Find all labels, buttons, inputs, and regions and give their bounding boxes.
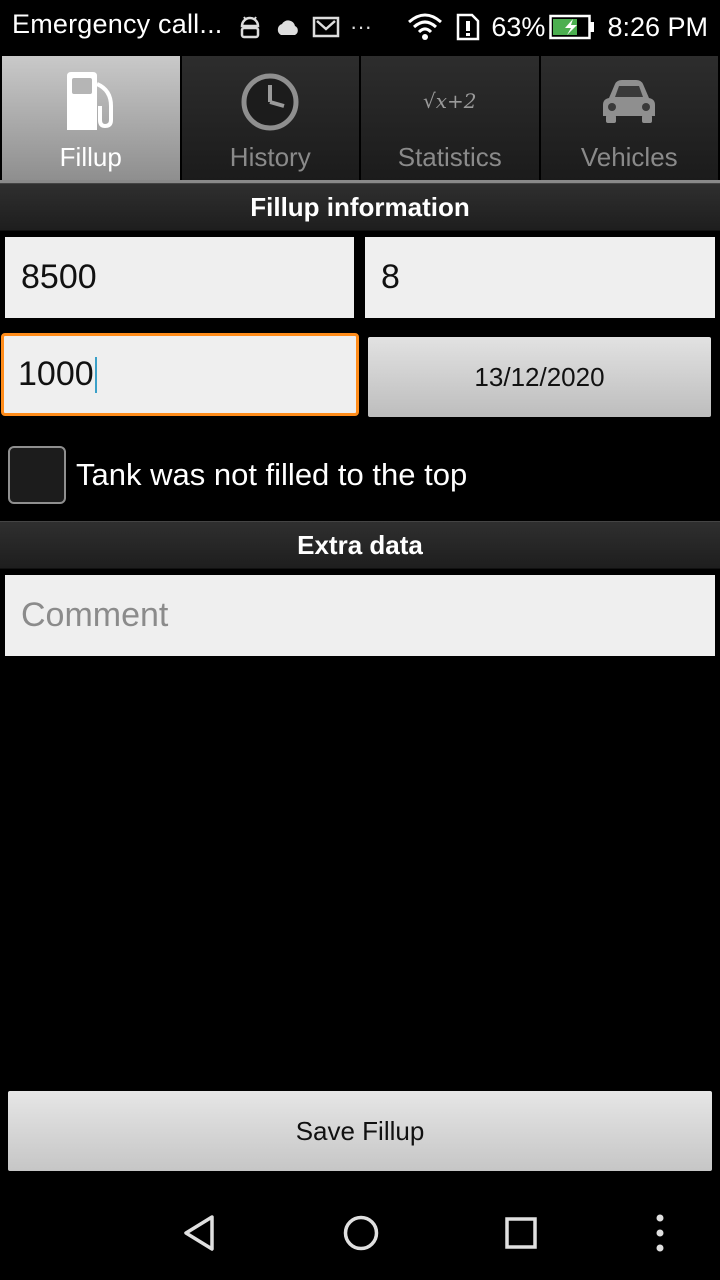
menu-icon bbox=[656, 1214, 664, 1251]
cloud-icon bbox=[277, 20, 298, 35]
gmail-icon bbox=[312, 16, 340, 38]
comment-input[interactable]: Comment bbox=[5, 575, 715, 656]
tab-label: Fillup bbox=[59, 142, 122, 172]
more-dots-icon: ··· bbox=[350, 14, 372, 39]
wifi-icon bbox=[408, 13, 443, 40]
clock-icon bbox=[241, 73, 299, 131]
battery-percentage: 63% bbox=[491, 11, 546, 42]
recents-button[interactable] bbox=[481, 1185, 561, 1280]
not-full-label[interactable]: Tank was not filled to the top bbox=[76, 457, 467, 493]
tab-fillup[interactable]: Fillup bbox=[2, 56, 180, 181]
tab-label: Statistics bbox=[397, 142, 502, 172]
notification-icons: ··· bbox=[236, 12, 372, 42]
section-header-fillup: Fillup information bbox=[0, 183, 720, 231]
home-icon bbox=[343, 1215, 379, 1250]
car-icon bbox=[603, 80, 656, 123]
tab-statistics[interactable]: √x+2 Statistics bbox=[361, 56, 539, 181]
clock: 8:26 PM bbox=[607, 11, 708, 42]
date-button[interactable]: 13/12/2020 bbox=[368, 337, 711, 417]
recents-icon bbox=[505, 1216, 537, 1249]
volume-input[interactable]: 8 bbox=[365, 237, 715, 318]
system-icons: 63% 8:26 PM bbox=[407, 8, 708, 46]
odometer-input[interactable]: 8500 bbox=[5, 237, 354, 318]
price-input[interactable]: 1000 bbox=[1, 333, 359, 416]
tab-history[interactable]: History bbox=[181, 56, 359, 181]
sim-alert-icon bbox=[457, 13, 480, 41]
not-full-checkbox[interactable] bbox=[8, 446, 66, 504]
home-button[interactable] bbox=[321, 1185, 401, 1280]
formula-icon: √x+2 bbox=[422, 89, 477, 113]
save-fillup-button[interactable]: Save Fillup bbox=[8, 1091, 712, 1171]
section-header-extra: Extra data bbox=[0, 521, 720, 569]
navigation-bar bbox=[0, 1185, 720, 1280]
status-bar: Emergency call... ··· 63% 8:26 PM bbox=[0, 0, 720, 54]
carrier-text: Emergency call... bbox=[12, 9, 223, 39]
tab-vehicles[interactable]: Vehicles bbox=[540, 56, 718, 181]
text-caret bbox=[94, 356, 97, 393]
android-icon bbox=[240, 16, 260, 39]
menu-button[interactable] bbox=[635, 1185, 685, 1280]
tab-label: Vehicles bbox=[580, 142, 678, 172]
fuel-pump-icon bbox=[66, 72, 113, 130]
back-icon bbox=[184, 1214, 214, 1251]
tab-label: History bbox=[229, 142, 311, 172]
tab-bar: Fillup History √x+2 Statistics Vehicles bbox=[0, 56, 720, 184]
back-button[interactable] bbox=[160, 1185, 240, 1280]
battery-charging-icon bbox=[549, 14, 595, 40]
